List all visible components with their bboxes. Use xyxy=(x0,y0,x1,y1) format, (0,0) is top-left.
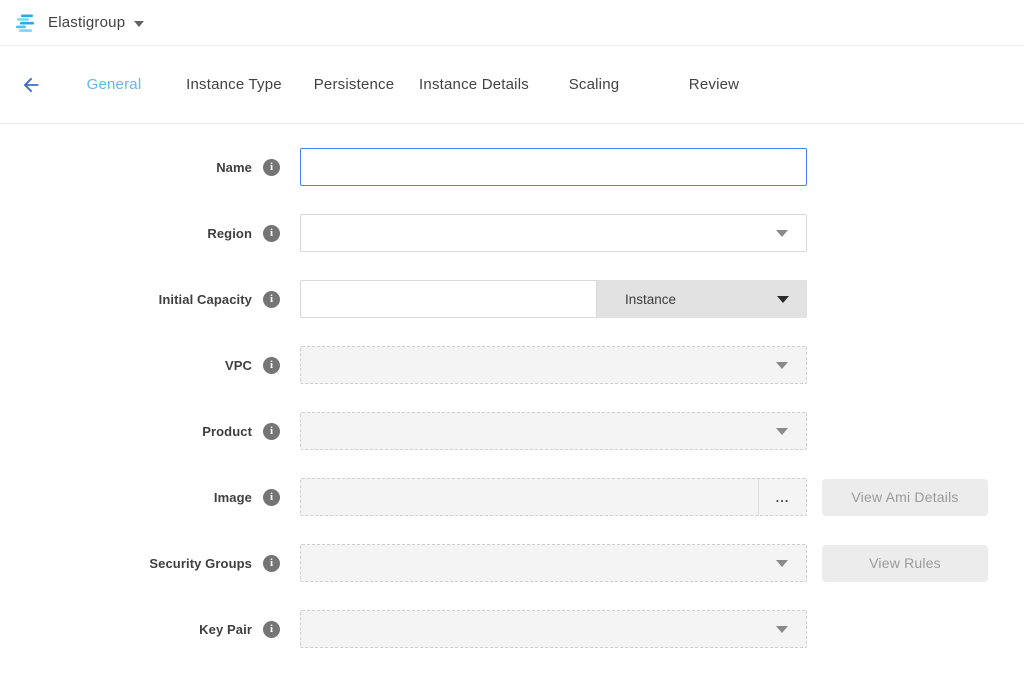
product-select xyxy=(300,412,807,450)
elastigroup-logo-icon xyxy=(14,11,38,35)
form-row-initial-capacity: Initial Capacity i Instance xyxy=(0,280,1024,318)
tab-scaling[interactable]: Scaling xyxy=(534,76,654,93)
name-label: Name xyxy=(216,160,252,175)
security-groups-label: Security Groups xyxy=(149,556,252,571)
initial-capacity-input[interactable] xyxy=(300,280,597,318)
vpc-caret-icon xyxy=(776,362,788,369)
general-form: Name i Region i Initial Capacity i xyxy=(0,124,1024,648)
wizard-tab-bar: General Instance Type Persistence Instan… xyxy=(0,46,1024,124)
key-pair-label: Key Pair xyxy=(199,622,252,637)
security-groups-caret-icon xyxy=(776,560,788,567)
view-rules-button[interactable]: View Rules xyxy=(822,545,988,582)
app-switcher-caret-icon[interactable] xyxy=(134,21,144,27)
image-browse-button[interactable]: ... xyxy=(758,479,806,515)
form-row-vpc: VPC i xyxy=(0,346,1024,384)
capacity-unit-caret-icon xyxy=(777,296,789,303)
form-row-key-pair: Key Pair i xyxy=(0,610,1024,648)
region-select[interactable] xyxy=(300,214,807,252)
view-ami-details-button[interactable]: View Ami Details xyxy=(822,479,988,516)
wizard-tabs: General Instance Type Persistence Instan… xyxy=(54,76,774,93)
image-label: Image xyxy=(214,490,252,505)
capacity-unit-value: Instance xyxy=(625,292,676,307)
vpc-info-icon[interactable]: i xyxy=(263,357,280,374)
tab-instance-details[interactable]: Instance Details xyxy=(414,76,534,93)
form-row-region: Region i xyxy=(0,214,1024,252)
vpc-label: VPC xyxy=(225,358,252,373)
vpc-select xyxy=(300,346,807,384)
key-pair-info-icon[interactable]: i xyxy=(263,621,280,638)
name-info-icon[interactable]: i xyxy=(263,159,280,176)
key-pair-caret-icon xyxy=(776,626,788,633)
tab-review[interactable]: Review xyxy=(654,76,774,93)
initial-capacity-info-icon[interactable]: i xyxy=(263,291,280,308)
app-switcher-label[interactable]: Elastigroup xyxy=(48,14,125,31)
tab-persistence[interactable]: Persistence xyxy=(294,76,414,93)
initial-capacity-label: Initial Capacity xyxy=(159,292,252,307)
image-input: ... xyxy=(300,478,807,516)
tab-general[interactable]: General xyxy=(54,76,174,93)
product-info-icon[interactable]: i xyxy=(263,423,280,440)
tab-instance-type[interactable]: Instance Type xyxy=(174,76,294,93)
product-caret-icon xyxy=(776,428,788,435)
top-bar: Elastigroup xyxy=(0,0,1024,46)
form-row-security-groups: Security Groups i View Rules xyxy=(0,544,1024,582)
image-info-icon[interactable]: i xyxy=(263,489,280,506)
product-label: Product xyxy=(202,424,252,439)
region-info-icon[interactable]: i xyxy=(263,225,280,242)
form-row-product: Product i xyxy=(0,412,1024,450)
back-button[interactable] xyxy=(18,72,44,98)
form-row-name: Name i xyxy=(0,148,1024,186)
capacity-unit-select[interactable]: Instance xyxy=(597,280,807,318)
region-caret-icon xyxy=(776,230,788,237)
form-row-image: Image i ... View Ami Details xyxy=(0,478,1024,516)
name-input[interactable] xyxy=(300,148,807,186)
region-label: Region xyxy=(207,226,252,241)
security-groups-select xyxy=(300,544,807,582)
key-pair-select xyxy=(300,610,807,648)
security-groups-info-icon[interactable]: i xyxy=(263,555,280,572)
